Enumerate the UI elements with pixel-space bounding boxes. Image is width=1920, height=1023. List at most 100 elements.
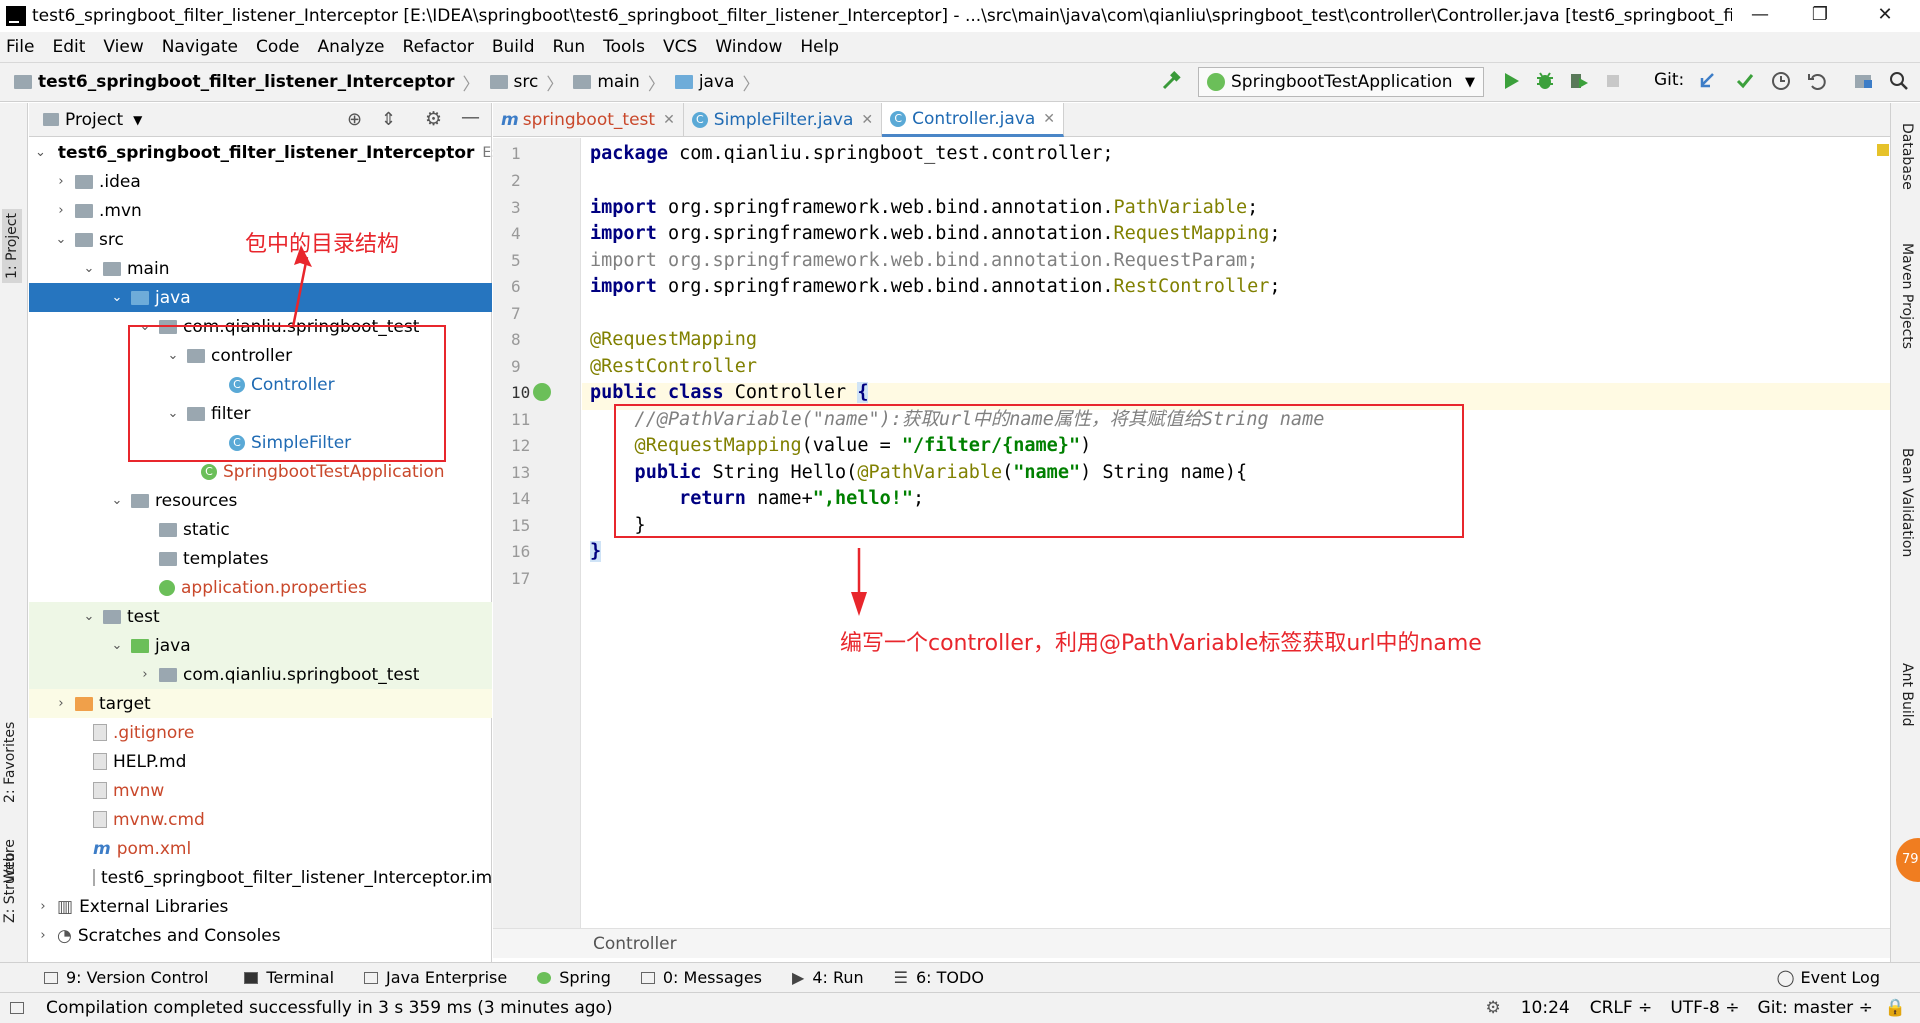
gear-icon[interactable]: ⚙ [425,108,442,130]
notification-badge[interactable]: 79 [1896,838,1920,882]
tool-version-control[interactable]: 9: Version Control [44,968,208,987]
git-commit-icon[interactable] [1734,70,1756,92]
tool-spring[interactable]: Spring [537,968,611,987]
menu-build[interactable]: Build [492,37,535,57]
tree-item-help-md[interactable]: HELP.md [29,747,492,776]
menu-edit[interactable]: Edit [52,37,85,57]
tree-item-external-libraries[interactable]: › ▥ External Libraries [29,892,492,921]
editor-breadcrumb[interactable]: Controller [493,928,1890,958]
breadcrumb-main[interactable]: main 〉 [573,70,665,95]
breadcrumb-project[interactable]: test6_springboot_filter_listener_Interce… [14,70,480,95]
lock-icon[interactable]: 🔒 [1885,998,1906,1018]
tree-item-static[interactable]: static [29,515,492,544]
breadcrumb-src[interactable]: src 〉 [489,70,563,95]
debug-icon[interactable] [1534,70,1556,92]
tree-item-mvnw[interactable]: mvnw [29,776,492,805]
menu-help[interactable]: Help [800,37,839,57]
tool-window-project[interactable]: 1: Project [2,209,22,283]
breadcrumb-java[interactable]: java 〉 [674,70,759,95]
project-structure-icon[interactable] [1852,70,1874,92]
tree-item-pom[interactable]: m pom.xml [29,834,492,863]
tree-item-templates[interactable]: templates [29,544,492,573]
menu-window[interactable]: Window [715,37,782,57]
build-hammer-icon[interactable] [1160,70,1182,92]
spring-icon [537,971,552,984]
tool-window-favorites[interactable]: 2: Favorites [2,722,18,803]
tool-window-bean-validation[interactable]: Bean Validation [1899,448,1915,557]
line-separator[interactable]: CRLF ÷ [1590,998,1653,1018]
menu-refactor[interactable]: Refactor [403,37,474,57]
close-tab-icon[interactable]: ✕ [861,112,873,128]
tree-item-target[interactable]: › target [29,689,492,718]
menu-view[interactable]: View [103,37,143,57]
menu-tools[interactable]: Tools [603,37,645,57]
maximize-button[interactable]: ❐ [1790,0,1850,32]
search-icon[interactable] [1888,70,1910,92]
tool-event-log[interactable]: ◯ Event Log [1777,968,1880,987]
scratches-icon: ◔ [57,925,72,946]
tab-simplefilter[interactable]: C SimpleFilter.java ✕ [684,103,883,137]
tool-window-ant-build[interactable]: Ant Build [1899,663,1915,727]
tree-item-scratches[interactable]: › ◔ Scratches and Consoles [29,921,492,950]
tree-item-app-properties[interactable]: application.properties [29,573,492,602]
tree-item-iml[interactable]: test6_springboot_filter_listener_Interce… [29,863,497,892]
tab-controller[interactable]: C Controller.java ✕ [882,103,1064,137]
tool-window-maven[interactable]: Maven Projects [1899,243,1915,349]
menu-navigate[interactable]: Navigate [162,37,238,57]
history-icon[interactable] [1770,70,1792,92]
tree-item-test-java[interactable]: ⌄ java [29,631,492,660]
hide-panel-icon[interactable]: — [461,106,480,128]
collapse-all-icon[interactable]: ⇕ [381,109,396,130]
tree-item-mvn[interactable]: › .mvn [29,196,492,225]
menu-file[interactable]: File [6,37,34,57]
locate-icon[interactable]: ⊕ [347,109,362,130]
tree-item-mvnw-cmd[interactable]: mvnw.cmd [29,805,492,834]
stop-icon[interactable] [1602,70,1624,92]
code-line-16: } [590,541,602,562]
tool-window-database[interactable]: Database [1899,123,1915,190]
tree-item-gitignore[interactable]: .gitignore [29,718,492,747]
tree-item-resources[interactable]: ⌄ resources [29,486,492,515]
run-icon: ▶ [792,968,805,987]
tree-item-main[interactable]: ⌄ main [29,254,492,283]
tab-springboot-test[interactable]: m springboot_test ✕ [493,103,684,137]
git-branch[interactable]: Git: master ÷ [1758,998,1873,1018]
code-line-9: @RestController [590,356,758,377]
git-update-icon[interactable] [1696,70,1718,92]
run-config-dropdown[interactable]: SpringbootTestApplication ▼ [1198,67,1484,97]
menu-code[interactable]: Code [256,37,300,57]
tool-todo[interactable]: ☰ 6: TODO [894,968,984,987]
test-source-folder-icon [131,638,149,653]
close-tab-icon[interactable]: ✕ [663,112,675,128]
revert-icon[interactable] [1806,70,1828,92]
menu-analyze[interactable]: Analyze [318,37,385,57]
caret-position[interactable]: 10:24 [1521,998,1570,1018]
run-coverage-icon[interactable] [1568,70,1590,92]
minimize-button[interactable]: — [1730,0,1790,32]
tree-item-test[interactable]: ⌄ test [29,602,492,631]
toggle-tool-windows-icon[interactable] [10,1002,24,1014]
editor-tabs: m springboot_test ✕ C SimpleFilter.java ✕ … [493,103,1890,137]
tool-terminal[interactable]: Terminal [244,968,334,987]
run-icon[interactable] [1500,70,1522,92]
inspection-settings-icon[interactable]: ⚙ [1485,998,1500,1018]
close-button[interactable]: ✕ [1855,0,1915,32]
file-encoding[interactable]: UTF-8 ÷ [1670,998,1739,1018]
close-tab-icon[interactable]: ✕ [1043,111,1055,127]
status-message[interactable]: Compilation completed successfully in 3 … [46,998,613,1018]
chevron-down-icon[interactable]: ▼ [133,113,142,127]
tree-root[interactable]: ⌄ test6_springboot_filter_listener_Inter… [29,138,516,167]
menu-run[interactable]: Run [553,37,586,57]
tool-messages[interactable]: 0: Messages [640,968,762,987]
tree-item-java-selected[interactable]: ⌄ java [29,283,492,312]
tool-run[interactable]: ▶ 4: Run [792,968,864,987]
tree-item-test-package[interactable]: › com.qianliu.springboot_test [29,660,492,689]
todo-icon: ☰ [893,968,908,987]
project-view-selector[interactable]: Project [65,110,123,130]
analysis-status-icon[interactable] [1877,144,1889,156]
tool-java-enterprise[interactable]: Java Enterprise [364,968,507,987]
tree-item-idea[interactable]: › .idea [29,167,492,196]
spring-bean-gutter-icon[interactable] [533,383,551,401]
menu-vcs[interactable]: VCS [663,37,697,57]
tool-window-structure[interactable]: Z: Structure [2,839,18,923]
